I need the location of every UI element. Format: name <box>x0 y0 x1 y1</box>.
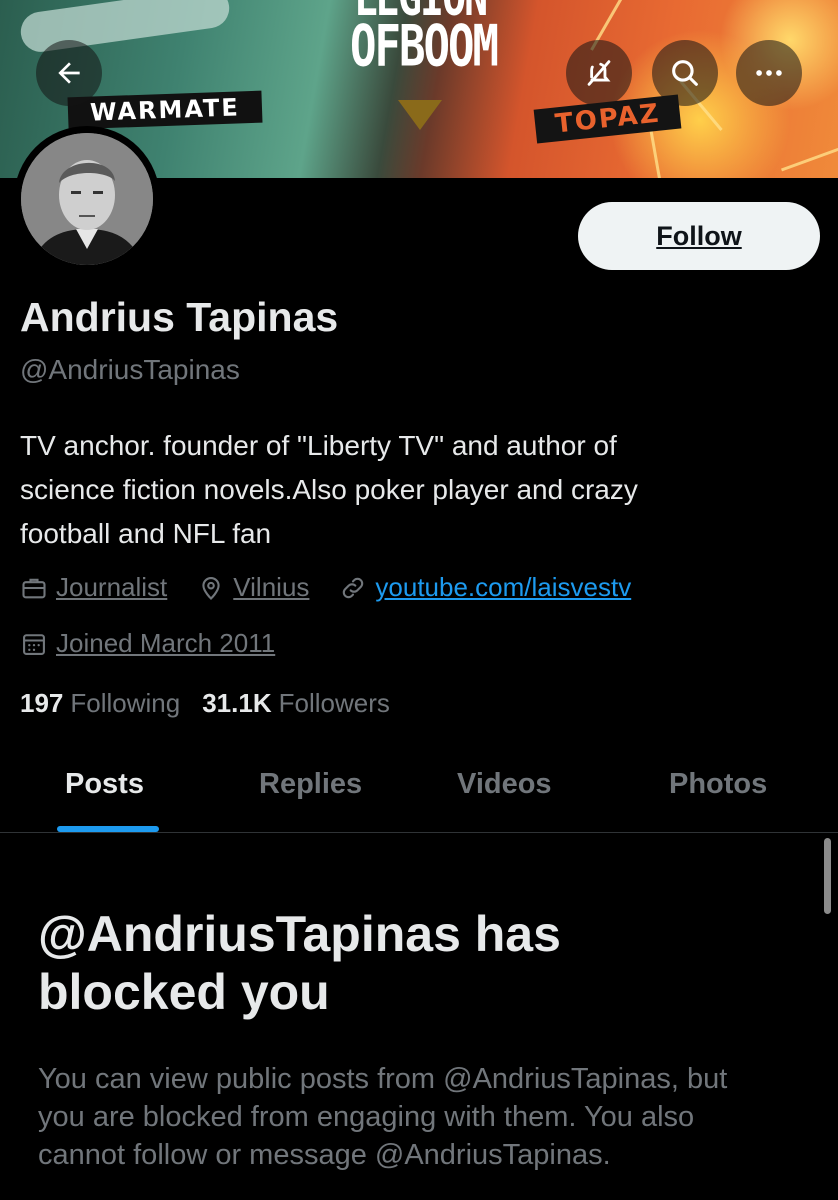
arrow-left-icon <box>58 62 80 84</box>
banner-left-brand: WARMATE <box>67 90 263 130</box>
calendar-icon <box>23 633 45 655</box>
location-pin-icon <box>202 576 220 600</box>
following-count: 197 <box>20 688 64 718</box>
profile-website[interactable]: youtube.com/laisvestv <box>339 572 631 603</box>
search-button[interactable] <box>652 40 718 106</box>
website-link[interactable]: youtube.com/laisvestv <box>375 572 631 603</box>
joined-date: Joined March 2011 <box>56 628 276 658</box>
tab-photos[interactable]: Photos <box>669 768 767 801</box>
banner-spark <box>780 144 838 172</box>
tab-videos[interactable]: Videos <box>457 768 552 801</box>
blocked-title-line: blocked you <box>38 964 330 1020</box>
active-tab-indicator <box>57 826 159 832</box>
profile-joined: Joined March 2011 <box>20 628 275 659</box>
profile-meta-row: Journalist Vilnius youtube.com/laisvestv <box>20 572 661 603</box>
notifications-off-button[interactable] <box>566 40 632 106</box>
more-horizontal-icon <box>756 70 782 76</box>
blocked-notice-title: @AndriusTapinas has blocked you <box>38 905 818 1021</box>
blocked-title-line: @AndriusTapinas has <box>38 906 561 962</box>
blocked-message-line: You can view public posts from @AndriusT… <box>38 1063 728 1095</box>
blocked-notice-message: You can view public posts from @AndriusT… <box>38 1060 818 1174</box>
search-icon <box>672 60 698 86</box>
back-button[interactable] <box>36 40 102 106</box>
following-stat[interactable]: 197 Following <box>20 688 180 719</box>
tab-posts[interactable]: Posts <box>65 768 144 801</box>
banner-center-logo: LEGION OFBOOM <box>350 0 499 80</box>
blocked-message-line: you are blocked from engaging with them.… <box>38 1101 695 1133</box>
profile-stats: 197 Following 31.1K Followers <box>20 688 412 719</box>
bio-line: football and NFL fan <box>20 518 272 549</box>
profile-tabs: Posts Replies Videos Photos <box>0 752 838 833</box>
profile-location: Vilnius <box>197 572 309 603</box>
banner-center-title-bottom: OFBOOM <box>350 13 499 80</box>
profession-label: Journalist <box>56 572 168 602</box>
more-options-button[interactable] <box>736 40 802 106</box>
profile-display-name: Andrius Tapinas <box>20 294 339 340</box>
follow-button[interactable]: Follow <box>578 202 820 270</box>
followers-count: 31.1K <box>202 688 272 718</box>
profile-profession: Journalist <box>20 572 167 603</box>
followers-stat[interactable]: 31.1K Followers <box>202 688 390 719</box>
bio-line: TV anchor. founder of "Liberty TV" and a… <box>20 430 617 461</box>
following-label: Following <box>70 688 181 718</box>
profile-joined-row: Joined March 2011 <box>20 628 305 659</box>
briefcase-icon <box>22 578 46 598</box>
banner-logo-chevron <box>398 100 442 130</box>
blocked-message-line: cannot follow or message @AndriusTapinas… <box>38 1139 611 1171</box>
tab-replies[interactable]: Replies <box>259 768 362 801</box>
profile-handle: @AndriusTapinas <box>20 354 240 385</box>
followers-label: Followers <box>278 688 390 718</box>
avatar-photo <box>21 133 153 265</box>
avatar[interactable] <box>14 126 160 272</box>
bell-off-icon <box>587 60 611 86</box>
profile-bio: TV anchor. founder of "Liberty TV" and a… <box>20 424 820 556</box>
location-label: Vilnius <box>233 572 310 602</box>
bio-line: science fiction novels.Also poker player… <box>20 474 638 505</box>
link-icon <box>343 577 364 598</box>
scrollbar[interactable] <box>824 838 831 914</box>
